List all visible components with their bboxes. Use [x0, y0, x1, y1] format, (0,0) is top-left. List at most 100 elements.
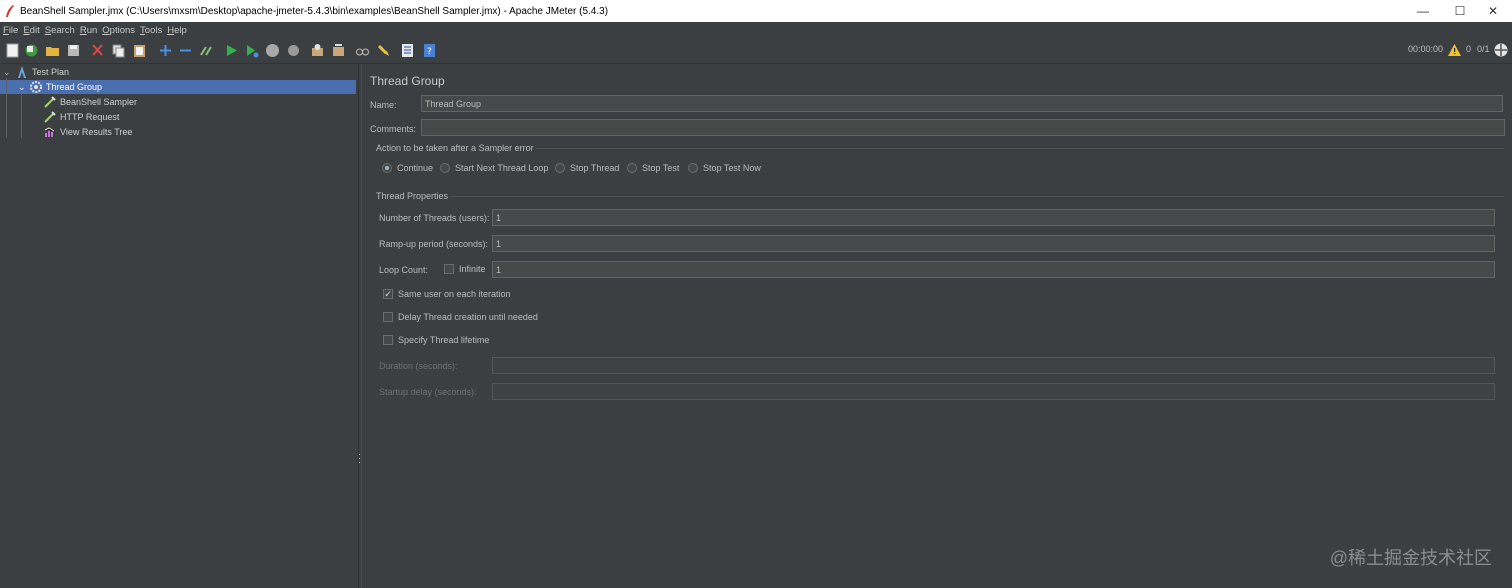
radio-start-next-thread-loop[interactable]: Start Next Thread Loop: [440, 163, 548, 173]
close-button[interactable]: ✕: [1474, 0, 1512, 22]
duration-label: Duration (seconds):: [379, 361, 458, 371]
menu-help-label: elp: [174, 24, 187, 36]
menu-tools-label: ools: [144, 24, 163, 36]
start-no-pauses-icon[interactable]: [244, 43, 259, 58]
stop-icon[interactable]: [265, 43, 280, 58]
radio-button[interactable]: [627, 163, 637, 173]
thread-group-gear-icon: [30, 81, 42, 93]
toggle-icon[interactable]: [199, 43, 214, 58]
tree-item-label: Thread Group: [46, 82, 103, 92]
menu-search[interactable]: Search: [45, 25, 75, 36]
radio-stop-test[interactable]: Stop Test: [627, 163, 679, 173]
duration-field[interactable]: [492, 357, 1495, 374]
tree-item-label: Test Plan: [32, 67, 70, 77]
thread-group-editor: Thread Group Name: Comments: Action to b…: [362, 64, 1512, 588]
checkbox-box-checked[interactable]: ✓: [383, 289, 393, 299]
menu-run-mnemonic: R: [79, 24, 87, 36]
start-icon[interactable]: [224, 43, 239, 58]
clear-icon[interactable]: [310, 43, 325, 58]
comments-field[interactable]: [421, 119, 1505, 136]
infinite-checkbox[interactable]: Infinite: [444, 264, 486, 274]
loop-count-field[interactable]: [492, 261, 1495, 278]
checkbox-box[interactable]: [383, 335, 393, 345]
watermark: @稀土掘金技术社区: [1329, 548, 1492, 568]
tree-item-beanshell-sampler[interactable]: BeanShell Sampler: [44, 95, 244, 109]
function-helper-icon[interactable]: [400, 43, 415, 58]
reset-search-broom-icon[interactable]: [376, 43, 391, 58]
menu-file[interactable]: File: [3, 25, 18, 36]
panel-title: Thread Group: [370, 74, 445, 88]
rampup-label: Ramp-up period (seconds):: [379, 239, 489, 249]
menu-options[interactable]: Options: [102, 25, 135, 36]
search-binoculars-icon[interactable]: [355, 43, 370, 58]
name-field[interactable]: [421, 95, 1503, 112]
checkbox-box[interactable]: [383, 312, 393, 322]
delay-thread-creation-checkbox[interactable]: Delay Thread creation until needed: [383, 312, 538, 322]
chevron-down-icon[interactable]: ⌄: [3, 67, 11, 78]
clear-all-icon[interactable]: [331, 43, 346, 58]
open-folder-icon[interactable]: [45, 43, 60, 58]
menu-options-label: ptions: [109, 24, 136, 36]
comments-label: Comments:: [370, 124, 417, 134]
menu-search-label: earch: [51, 24, 75, 36]
radio-button-selected[interactable]: [382, 163, 392, 173]
menu-edit[interactable]: Edit: [23, 25, 39, 36]
title-bar: BeanShell Sampler.jmx (C:\Users\mxsm\Des…: [0, 0, 1512, 22]
error-count: 0: [1466, 44, 1472, 54]
toolbar: ?: [0, 38, 1512, 64]
section-divider: [450, 196, 1504, 197]
save-icon[interactable]: [66, 43, 81, 58]
menu-bar: File Edit Search Run Options Tools Help: [0, 22, 1512, 38]
help-icon[interactable]: ?: [422, 43, 437, 58]
shutdown-icon[interactable]: [286, 43, 301, 58]
radio-button[interactable]: [440, 163, 450, 173]
checkbox-label: Delay Thread creation until needed: [398, 312, 538, 322]
copy-icon[interactable]: [111, 43, 126, 58]
paste-icon[interactable]: [132, 43, 147, 58]
chevron-down-icon[interactable]: ⌄: [18, 82, 26, 93]
rampup-period-field[interactable]: [492, 235, 1495, 252]
menu-help[interactable]: Help: [167, 25, 187, 36]
radio-label: Stop Thread: [570, 163, 620, 173]
section-divider: [536, 148, 1504, 149]
listener-chart-icon: [44, 127, 55, 137]
radio-stop-thread[interactable]: Stop Thread: [555, 163, 619, 173]
tree-item-view-results-tree[interactable]: View Results Tree: [44, 125, 244, 139]
sampler-pipette-icon: [44, 96, 56, 108]
tree-guide-line: [21, 94, 22, 138]
minimize-button[interactable]: —: [1404, 0, 1442, 22]
startup-delay-field[interactable]: [492, 383, 1495, 400]
window-title: BeanShell Sampler.jmx (C:\Users\mxsm\Des…: [20, 5, 609, 17]
collapse-all-icon[interactable]: [178, 43, 193, 58]
tree-item-test-plan[interactable]: Test Plan: [16, 65, 216, 79]
menu-run[interactable]: Run: [80, 25, 97, 36]
radio-stop-test-now[interactable]: Stop Test Now: [688, 163, 761, 173]
tree-item-http-request[interactable]: HTTP Request: [44, 110, 244, 124]
tree-item-thread-group[interactable]: Thread Group: [0, 80, 356, 94]
menu-tools[interactable]: Tools: [140, 25, 162, 36]
radio-button[interactable]: [555, 163, 565, 173]
test-plan-tree: ⌄ Test Plan Thread Group ⌄ BeanShell Sam…: [0, 64, 358, 588]
radio-button[interactable]: [688, 163, 698, 173]
radio-continue[interactable]: Continue: [382, 163, 433, 173]
threads-label: Number of Threads (users):: [379, 213, 490, 223]
checkbox-label: Infinite: [459, 264, 486, 274]
new-file-icon[interactable]: [5, 43, 20, 58]
cut-icon[interactable]: [90, 43, 105, 58]
specify-thread-lifetime-checkbox[interactable]: Specify Thread lifetime: [383, 335, 489, 345]
radio-label: Stop Test Now: [703, 163, 761, 173]
number-of-threads-field[interactable]: [492, 209, 1495, 226]
same-user-checkbox[interactable]: ✓ Same user on each iteration: [383, 289, 511, 299]
checkbox-label: Same user on each iteration: [398, 289, 511, 299]
expand-all-icon[interactable]: [158, 43, 173, 58]
sampler-pipette-icon: [44, 111, 56, 123]
active-threads: 0/1: [1477, 44, 1490, 54]
split-handle-grip[interactable]: · · ·: [358, 450, 361, 467]
radio-label: Continue: [397, 163, 434, 173]
templates-icon[interactable]: [24, 43, 39, 58]
svg-text:?: ?: [427, 47, 432, 57]
warning-icon[interactable]: [1448, 44, 1461, 56]
menu-file-label: ile: [8, 24, 19, 36]
checkbox-box[interactable]: [444, 264, 454, 274]
checkbox-label: Specify Thread lifetime: [398, 335, 490, 345]
